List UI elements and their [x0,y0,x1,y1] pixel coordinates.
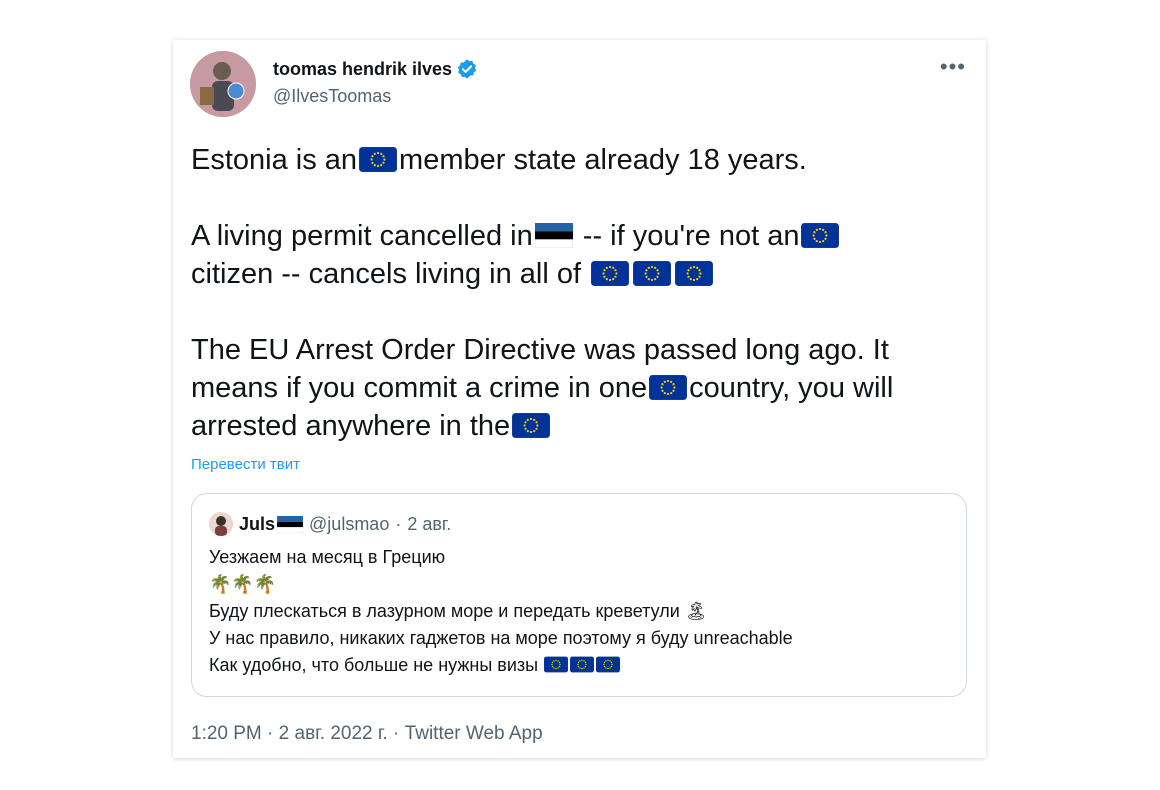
tweet-metadata: 1:20 PM · 2 авг. 2022 г. · Twitter Web A… [191,723,543,744]
eu-flag-icon [570,656,594,673]
text-segment: -- if you're not an [574,220,800,252]
estonia-flag-icon [535,223,573,248]
tweet-source-link[interactable]: Twitter Web App [405,723,543,744]
text-segment: member state already 18 years. [399,144,807,176]
tweet-time: 1:20 PM [191,723,262,744]
quoted-tweet-text: Уезжаем на месяц в Грецию 🌴🌴🌴 Буду плеск… [209,544,793,679]
quoted-author-handle[interactable]: @julsmao [309,514,389,535]
eu-flag-icon [633,261,671,286]
tweet-text: Estonia is an member state already 18 yea… [191,141,981,445]
author-handle[interactable]: @IlvesToomas [273,86,391,107]
tweet-card: toomas hendrik ilves @IlvesToomas ••• Es… [173,40,986,758]
eu-flag-icon [359,147,397,172]
palm-tree-icons: 🌴🌴🌴 [209,574,277,594]
quoted-author-avatar[interactable] [209,512,233,536]
quoted-author-name[interactable]: Juls [239,514,275,535]
tweet-paragraph-3: The EU Arrest Order Directive was passed… [191,331,981,445]
quoted-tweet-date[interactable]: 2 авг. [407,514,451,535]
eu-flag-icon [801,223,839,248]
eu-flag-icon [591,261,629,286]
tweet-timestamp-link[interactable]: 1:20 PM · 2 авг. 2022 г. [191,723,388,744]
quote-text-segment: Как удобно, что больше не нужны визы [209,655,544,675]
eu-flag-icon [512,413,550,438]
author-name-row[interactable]: toomas hendrik ilves [273,58,478,80]
quote-line: Уезжаем на месяц в Грецию [209,547,446,567]
translate-tweet-link[interactable]: Перевести твит [191,456,300,473]
verified-badge-icon [456,58,478,80]
quote-line: Буду плескаться в лазурном море и переда… [209,598,793,625]
tweet-paragraph-1: Estonia is an member state already 18 yea… [191,141,981,179]
quoted-tweet-header: Juls @julsmao · 2 авг. [209,512,451,536]
eu-flag-icon [649,375,687,400]
quote-line: Как удобно, что больше не нужны визы [209,652,793,679]
estonia-flag-icon [277,516,303,533]
eu-flag-icon [675,261,713,286]
separator-dot: · [395,513,402,534]
text-segment: Estonia is an [191,144,358,176]
island-icon: 🏝 [684,601,708,621]
eu-flag-icon [544,656,568,673]
text-segment: A living permit cancelled in [191,220,533,252]
quote-line: У нас правило, никаких гаджетов на море … [209,628,793,648]
quoted-tweet[interactable]: Juls @julsmao · 2 авг. Уезжаем на месяц … [191,493,967,697]
author-name[interactable]: toomas hendrik ilves [273,59,452,80]
eu-flag-icon [596,656,620,673]
tweet-date: 2 авг. 2022 г. [278,723,388,744]
author-avatar[interactable] [190,51,256,117]
quote-text-segment: Буду плескаться в лазурном море и переда… [209,601,680,621]
more-options-icon[interactable]: ••• [940,54,966,80]
text-segment: citizen -- cancels living in all of [191,258,590,290]
tweet-paragraph-2: A living permit cancelled in -- if you'r… [191,217,981,293]
